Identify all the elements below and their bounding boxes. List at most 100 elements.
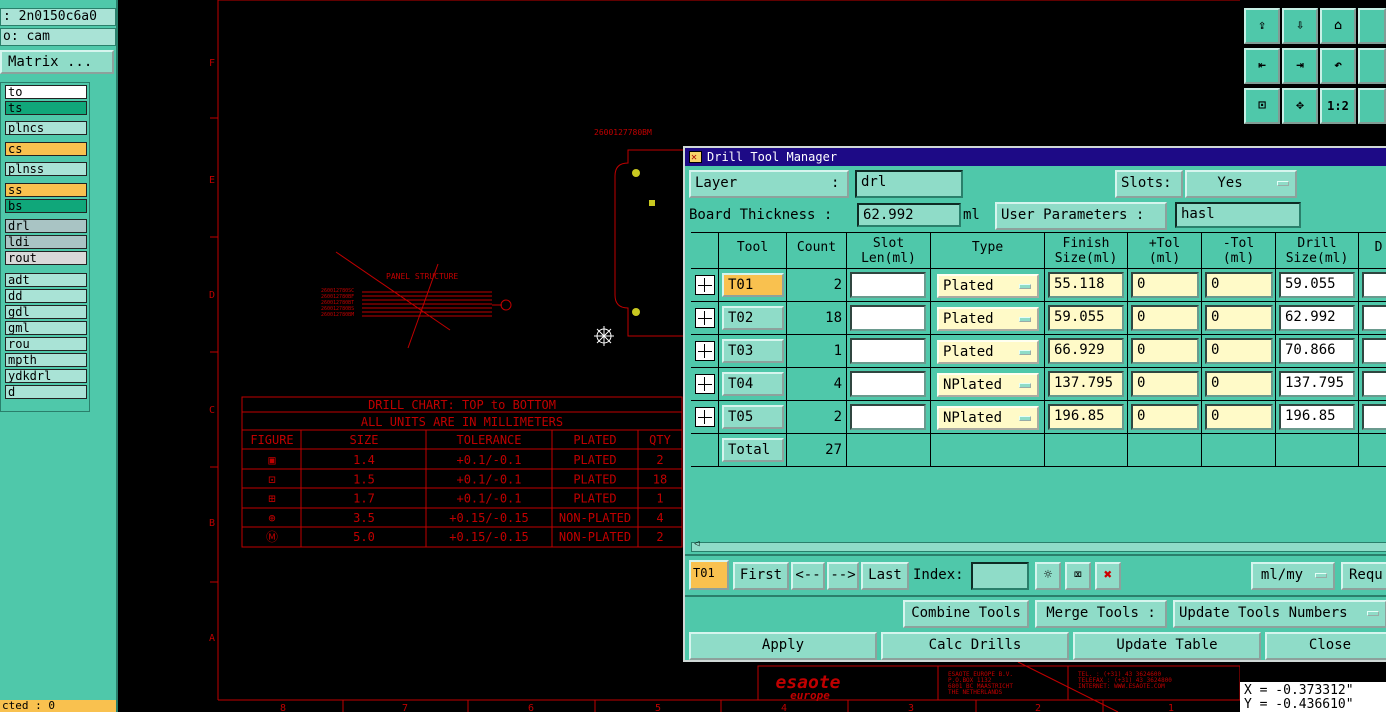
layer-item-ldi[interactable]: ldi xyxy=(5,235,87,249)
layer-item-ydkdrl[interactable]: ydkdrl xyxy=(5,369,87,383)
requ-button[interactable]: Requ xyxy=(1341,562,1386,590)
type-select[interactable]: NPlated xyxy=(937,373,1039,397)
minus-tol-input[interactable]: 0 xyxy=(1205,305,1273,331)
pan-left-icon[interactable]: ⇤ xyxy=(1244,48,1280,84)
tool-button[interactable] xyxy=(1358,48,1386,84)
tool-button[interactable]: T05 xyxy=(722,405,784,429)
scale-1-2-icon[interactable]: 1:2 xyxy=(1320,88,1356,124)
row-expand-icon[interactable] xyxy=(695,407,715,427)
tool-button[interactable]: T02 xyxy=(722,306,784,330)
minus-tol-input[interactable]: 0 xyxy=(1205,272,1273,298)
slot-len-input[interactable] xyxy=(850,272,926,298)
table-hscrollbar[interactable] xyxy=(691,539,1386,552)
extra-input[interactable] xyxy=(1362,272,1386,298)
slot-len-input[interactable] xyxy=(850,371,926,397)
layer-input[interactable]: drl xyxy=(855,170,963,198)
minus-tol-input[interactable]: 0 xyxy=(1205,338,1273,364)
type-select[interactable]: NPlated xyxy=(937,406,1039,430)
pan-right-icon[interactable]: ⇥ xyxy=(1282,48,1318,84)
layer-item-rout[interactable]: rout xyxy=(5,251,87,265)
layer-item-gml[interactable]: gml xyxy=(5,321,87,335)
finish-size-input[interactable]: 196.85 xyxy=(1048,404,1124,430)
prev-button[interactable]: <-- xyxy=(791,562,825,590)
layer-item-dd[interactable]: dd xyxy=(5,289,87,303)
bulb-icon[interactable]: ☼ xyxy=(1035,562,1061,590)
layer-item-ts[interactable]: ts xyxy=(5,101,87,115)
drill-size-input[interactable]: 59.055 xyxy=(1279,272,1355,298)
tool-button[interactable]: T04 xyxy=(722,372,784,396)
layer-item-adt[interactable]: adt xyxy=(5,273,87,287)
layer-item-mpth[interactable]: mpth xyxy=(5,353,87,367)
update-tools-numbers-select[interactable]: Update Tools Numbers xyxy=(1173,600,1386,628)
tool-button[interactable] xyxy=(1358,8,1386,44)
layer-item-to[interactable]: to xyxy=(5,85,87,99)
layer-item-bs[interactable]: bs xyxy=(5,199,87,213)
layer-item-plnss[interactable]: plnss xyxy=(5,162,87,176)
plus-tol-input[interactable]: 0 xyxy=(1131,371,1199,397)
user-parameters-button[interactable]: User Parameters : xyxy=(995,202,1167,230)
board-thickness-input[interactable]: 62.992 xyxy=(857,203,961,227)
tool-button[interactable]: T03 xyxy=(722,339,784,363)
layer-item-drl[interactable]: drl xyxy=(5,219,87,233)
row-expand-icon[interactable] xyxy=(695,308,715,328)
last-button[interactable]: Last xyxy=(861,562,909,590)
layer-item-d[interactable]: d xyxy=(5,385,87,399)
extra-input[interactable] xyxy=(1362,305,1386,331)
drill-size-input[interactable]: 137.795 xyxy=(1279,371,1355,397)
finish-size-input[interactable]: 66.929 xyxy=(1048,338,1124,364)
combine-tools-button[interactable]: Combine Tools xyxy=(903,600,1029,628)
type-select[interactable]: Plated xyxy=(937,274,1039,298)
drill-size-input[interactable]: 62.992 xyxy=(1279,305,1355,331)
index-input[interactable] xyxy=(971,562,1029,590)
close-button[interactable]: Close xyxy=(1265,632,1386,660)
zoom-center-icon[interactable]: ✥ xyxy=(1282,88,1318,124)
finish-size-input[interactable]: 55.118 xyxy=(1048,272,1124,298)
minus-tol-input[interactable]: 0 xyxy=(1205,371,1273,397)
slot-len-input[interactable] xyxy=(850,305,926,331)
type-select[interactable]: Plated xyxy=(937,340,1039,364)
undo-view-icon[interactable]: ↶ xyxy=(1320,48,1356,84)
row-expand-icon[interactable] xyxy=(695,341,715,361)
plus-tol-input[interactable]: 0 xyxy=(1131,404,1199,430)
units-select[interactable]: ml/my xyxy=(1251,562,1335,590)
tool-button[interactable]: T01 xyxy=(722,273,784,297)
user-parameters-input[interactable]: hasl xyxy=(1175,202,1301,228)
apply-button[interactable]: Apply xyxy=(689,632,877,660)
extra-input[interactable] xyxy=(1362,404,1386,430)
plus-tol-input[interactable]: 0 xyxy=(1131,338,1199,364)
page-up-icon[interactable]: ⇪ xyxy=(1244,8,1280,44)
layer-item-ss[interactable]: ss xyxy=(5,183,87,197)
drill-size-input[interactable]: 196.85 xyxy=(1279,404,1355,430)
slot-len-input[interactable] xyxy=(850,338,926,364)
finish-size-input[interactable]: 59.055 xyxy=(1048,305,1124,331)
tool-button[interactable] xyxy=(1358,88,1386,124)
filter-icon[interactable]: ⌧ xyxy=(1065,562,1091,590)
matrix-button[interactable]: Matrix ... xyxy=(0,50,114,74)
extra-input[interactable] xyxy=(1362,338,1386,364)
layer-item-gdl[interactable]: gdl xyxy=(5,305,87,319)
drill-size-input[interactable]: 70.866 xyxy=(1279,338,1355,364)
plus-tol-input[interactable]: 0 xyxy=(1131,272,1199,298)
update-table-button[interactable]: Update Table xyxy=(1073,632,1261,660)
type-select[interactable]: Plated xyxy=(937,307,1039,331)
extra-input[interactable] xyxy=(1362,371,1386,397)
row-expand-icon[interactable] xyxy=(695,275,715,295)
layer-item-plncs[interactable]: plncs xyxy=(5,121,87,135)
first-button[interactable]: First xyxy=(733,562,789,590)
calc-drills-button[interactable]: Calc Drills xyxy=(881,632,1069,660)
merge-tools-button[interactable]: Merge Tools : xyxy=(1035,600,1167,628)
page-down-icon[interactable]: ⇩ xyxy=(1282,8,1318,44)
plus-tol-input[interactable]: 0 xyxy=(1131,305,1199,331)
row-expand-icon[interactable] xyxy=(695,374,715,394)
finish-size-input[interactable]: 137.795 xyxy=(1048,371,1124,397)
dialog-titlebar[interactable]: Drill Tool Manager xyxy=(685,148,1386,167)
layer-item-cs[interactable]: cs xyxy=(5,142,87,156)
home-icon[interactable]: ⌂ xyxy=(1320,8,1356,44)
next-button[interactable]: --> xyxy=(827,562,859,590)
slot-len-input[interactable] xyxy=(850,404,926,430)
window-menu-icon[interactable] xyxy=(689,149,702,167)
zoom-fit-icon[interactable]: ⊡ xyxy=(1244,88,1280,124)
slots-select[interactable]: Yes xyxy=(1185,170,1297,198)
delete-icon[interactable]: ✖ xyxy=(1095,562,1121,590)
layer-item-rou[interactable]: rou xyxy=(5,337,87,351)
